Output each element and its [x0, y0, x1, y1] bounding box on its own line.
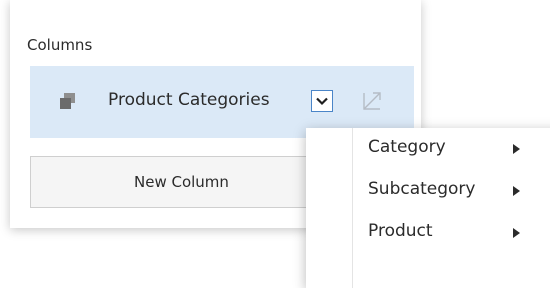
submenu-arrow-icon — [513, 144, 520, 154]
context-menu: Category Subcategory Product — [306, 128, 550, 288]
menu-item-label: Subcategory — [368, 179, 476, 199]
sort-icon[interactable] — [361, 89, 385, 113]
submenu-arrow-icon — [513, 186, 520, 196]
menu-item-category[interactable]: Category — [306, 128, 550, 170]
menu-item-label: Product — [368, 221, 433, 241]
menu-item-label: Category — [368, 137, 446, 157]
column-item-label: Product Categories — [108, 90, 270, 110]
submenu-arrow-icon — [513, 228, 520, 238]
columns-section-title: Columns — [27, 36, 93, 54]
hierarchy-icon — [60, 93, 75, 109]
new-column-label: New Column — [134, 173, 229, 191]
menu-item-subcategory[interactable]: Subcategory — [306, 170, 550, 212]
chevron-down-icon — [316, 97, 328, 106]
column-item-dropdown-button[interactable] — [311, 90, 333, 112]
menu-item-product[interactable]: Product — [306, 212, 550, 254]
